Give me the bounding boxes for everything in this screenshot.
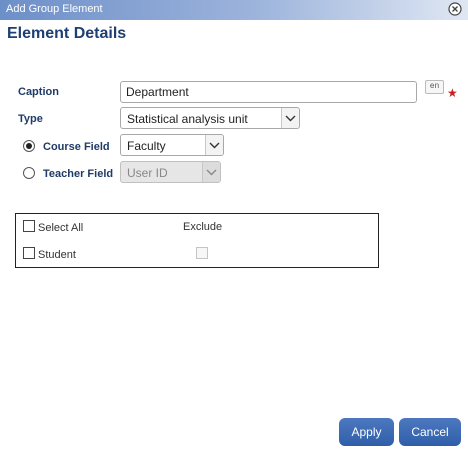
type-select-value: Statistical analysis unit <box>127 112 248 126</box>
student-exclude-checkbox <box>196 247 208 259</box>
teacher-field-value: User ID <box>127 166 168 180</box>
chevron-down-icon <box>205 135 223 155</box>
exclude-header: Exclude <box>183 221 223 233</box>
page-title: Element Details <box>7 25 127 42</box>
caption-input[interactable] <box>120 81 417 103</box>
teacher-field-select: User ID <box>120 161 221 183</box>
select-all-label: Select All <box>38 222 84 234</box>
apply-button[interactable]: Apply <box>339 418 394 446</box>
dialog-titlebar: Add Group Element <box>0 0 468 20</box>
teacher-field-label: Teacher Field <box>43 168 114 180</box>
course-field-radio[interactable] <box>23 140 35 152</box>
element-selection-panel: Select All Exclude Student <box>15 213 379 268</box>
teacher-field-radio[interactable] <box>23 167 35 179</box>
course-field-label: Course Field <box>43 141 110 153</box>
student-checkbox[interactable] <box>23 247 35 259</box>
required-star-icon: ★ <box>447 86 458 100</box>
close-icon[interactable] <box>448 2 462 16</box>
student-label: Student <box>38 249 76 261</box>
chevron-down-icon <box>281 108 299 128</box>
course-field-value: Faculty <box>127 139 166 153</box>
caption-label: Caption <box>18 86 59 98</box>
cancel-button[interactable]: Cancel <box>399 418 461 446</box>
type-select[interactable]: Statistical analysis unit <box>120 107 300 129</box>
select-all-checkbox[interactable] <box>23 220 35 232</box>
chevron-down-icon <box>202 162 220 182</box>
language-badge[interactable]: en <box>425 80 444 94</box>
type-label: Type <box>18 113 43 125</box>
course-field-select[interactable]: Faculty <box>120 134 224 156</box>
dialog-title: Add Group Element <box>6 3 103 15</box>
